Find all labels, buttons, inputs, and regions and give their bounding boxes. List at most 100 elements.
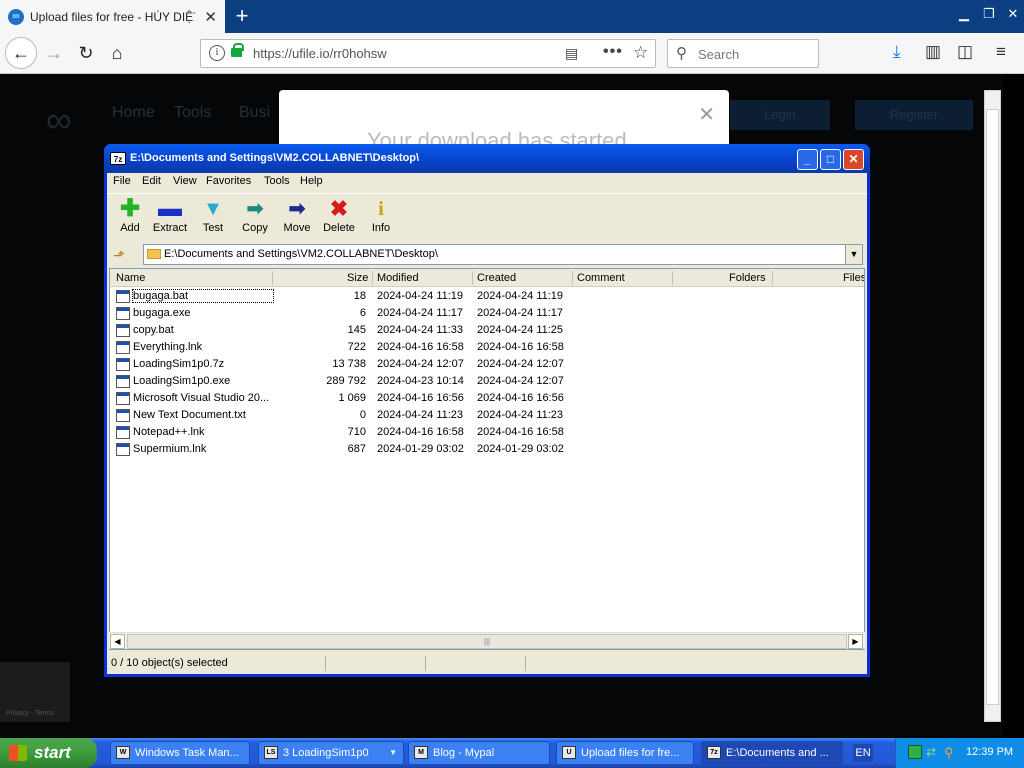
downloads-icon[interactable]: ⤓: [893, 42, 901, 62]
file-name[interactable]: Supermium.lnk: [133, 443, 273, 455]
reload-button[interactable]: ↻: [72, 39, 100, 67]
site-nav-tools[interactable]: Tools: [174, 104, 211, 122]
window-titlebar[interactable]: 7z E:\Documents and Settings\VM2.COLLABN…: [104, 144, 870, 173]
col-files[interactable]: Files: [843, 272, 864, 284]
menu-tools[interactable]: Tools: [264, 175, 290, 187]
task-task-manager[interactable]: W Windows Task Man...: [110, 741, 250, 765]
browser-toolbar: ← → ↻ ⌂ i https://ufile.io/rr0hohsw ▤ ••…: [0, 33, 1024, 74]
page-actions-icon[interactable]: •••: [603, 43, 623, 61]
col-folders[interactable]: Folders: [729, 272, 766, 284]
modal-close-icon[interactable]: ✕: [698, 102, 715, 127]
task-firefox[interactable]: U Upload files for fre...: [556, 741, 694, 765]
extract-button[interactable]: ▬ Extract: [150, 196, 190, 240]
ufile-logo-icon: ∞: [46, 99, 72, 140]
copy-button[interactable]: ➡ Copy: [235, 196, 275, 240]
menu-help[interactable]: Help: [300, 175, 323, 187]
file-name[interactable]: LoadingSim1p0.7z: [133, 358, 273, 370]
reader-view-icon[interactable]: ▤: [565, 45, 578, 62]
add-button[interactable]: ✚ Add: [110, 196, 150, 240]
scroll-left-icon[interactable]: ◀: [110, 634, 125, 649]
file-name[interactable]: New Text Document.txt: [133, 409, 273, 421]
file-row[interactable]: LoadingSim1p0.exe 289 792 2024-04-23 10:14…: [110, 373, 864, 390]
task-mypal[interactable]: M Blog - Mypal: [408, 741, 550, 765]
file-name[interactable]: bugaga.exe: [133, 307, 273, 319]
chevron-down-icon[interactable]: ▼: [845, 245, 862, 264]
horizontal-scrollbar[interactable]: ◀ ||| ▶: [109, 632, 865, 649]
file-list[interactable]: Name Size Modified Created Comment Folde…: [109, 268, 865, 650]
page-scrollbar[interactable]: [984, 90, 1001, 722]
back-button[interactable]: ←: [5, 37, 37, 69]
col-created[interactable]: Created: [477, 272, 516, 284]
url-text[interactable]: https://ufile.io/rr0hohsw: [253, 46, 387, 61]
7zip-app-icon: 7z: [110, 152, 126, 165]
sidebar-icon[interactable]: ◫: [957, 42, 973, 62]
file-row[interactable]: copy.bat 145 2024-04-24 11:33 2024-04-24 11…: [110, 322, 864, 339]
up-folder-icon[interactable]: ⬏: [113, 247, 125, 264]
site-nav-business[interactable]: Busi: [239, 104, 270, 122]
file-row[interactable]: Notepad++.lnk 710 2024-04-16 16:58 2024-04-…: [110, 424, 864, 441]
menu-view[interactable]: View: [173, 175, 197, 187]
menu-edit[interactable]: Edit: [142, 175, 161, 187]
minimize-button[interactable]: _: [797, 149, 818, 170]
tab-close-icon[interactable]: ✕: [204, 8, 217, 26]
file-row[interactable]: New Text Document.txt 0 2024-04-24 11:23 20…: [110, 407, 864, 424]
browser-close-button[interactable]: ✕: [1003, 5, 1023, 23]
forward-button[interactable]: →: [40, 39, 68, 67]
register-button[interactable]: Register: [855, 100, 973, 130]
new-tab-button[interactable]: +: [230, 3, 254, 29]
file-row[interactable]: LoadingSim1p0.7z 13 738 2024-04-24 12:07 20…: [110, 356, 864, 373]
file-name[interactable]: bugaga.bat: [132, 289, 274, 303]
scrollbar-thumb[interactable]: |||: [127, 634, 847, 649]
search-input[interactable]: ⚲ Search: [667, 39, 819, 68]
network-icon[interactable]: ⇄: [926, 745, 940, 759]
archive-file-icon: [116, 358, 130, 371]
file-size: 687: [347, 443, 366, 455]
col-modified[interactable]: Modified: [377, 272, 419, 284]
home-button[interactable]: ⌂: [103, 39, 131, 67]
file-name[interactable]: Everything.lnk: [133, 341, 273, 353]
login-button[interactable]: Login: [730, 100, 830, 130]
col-size[interactable]: Size: [347, 272, 368, 284]
language-indicator[interactable]: EN: [853, 744, 873, 762]
file-row[interactable]: Microsoft Visual Studio 20... 1 069 2024-0…: [110, 390, 864, 407]
file-name[interactable]: Notepad++.lnk: [133, 426, 273, 438]
file-row[interactable]: Supermium.lnk 687 2024-01-29 03:02 2024-01-…: [110, 441, 864, 458]
close-button[interactable]: ✕: [843, 149, 864, 170]
file-row[interactable]: bugaga.bat 18 2024-04-24 11:19 2024-04-24 1…: [110, 288, 864, 305]
browser-restore-button[interactable]: ❐: [979, 5, 999, 23]
maximize-button[interactable]: □: [820, 149, 841, 170]
site-nav-home[interactable]: Home: [112, 104, 155, 122]
search-tray-icon[interactable]: ⚲: [944, 745, 958, 760]
bookmark-star-icon[interactable]: ☆: [633, 43, 648, 63]
library-icon[interactable]: ▥: [925, 42, 941, 62]
task-loadingsim[interactable]: LS 3 LoadingSim1p0 ▼: [258, 741, 404, 765]
exe-file-icon: [116, 307, 130, 320]
col-comment[interactable]: Comment: [577, 272, 625, 284]
path-text[interactable]: E:\Documents and Settings\VM2.COLLABNET\…: [164, 248, 438, 260]
file-row[interactable]: bugaga.exe 6 2024-04-24 11:17 2024-04-24 11…: [110, 305, 864, 322]
move-button[interactable]: ➡ Move: [277, 196, 317, 240]
browser-tab[interactable]: ∞ Upload files for free - HÚY DIỆT M ✕: [0, 0, 225, 33]
col-name[interactable]: Name: [116, 272, 145, 284]
delete-x-icon: ✖: [329, 196, 349, 221]
path-combobox[interactable]: E:\Documents and Settings\VM2.COLLABNET\…: [143, 244, 863, 265]
delete-button[interactable]: ✖ Delete: [319, 196, 359, 240]
file-name[interactable]: copy.bat: [133, 324, 273, 336]
file-name[interactable]: LoadingSim1p0.exe: [133, 375, 273, 387]
task-7zip[interactable]: 7z E:\Documents and ...: [701, 741, 843, 765]
info-button[interactable]: i Info: [361, 196, 401, 240]
scrollbar-thumb[interactable]: [986, 109, 999, 705]
scroll-right-icon[interactable]: ▶: [848, 634, 863, 649]
menu-icon[interactable]: ≡: [996, 42, 1006, 62]
menu-favorites[interactable]: Favorites: [206, 175, 251, 187]
move-arrow-icon: ➡: [288, 198, 306, 220]
file-row[interactable]: Everything.lnk 722 2024-04-16 16:58 2024-04…: [110, 339, 864, 356]
site-info-icon[interactable]: i: [209, 45, 225, 61]
start-button[interactable]: start: [0, 738, 97, 768]
file-name[interactable]: Microsoft Visual Studio 20...: [133, 392, 273, 404]
tray-app-icon[interactable]: [908, 745, 922, 759]
url-bar[interactable]: i https://ufile.io/rr0hohsw ▤ ••• ☆: [200, 39, 656, 68]
menu-file[interactable]: File: [113, 175, 131, 187]
browser-minimize-button[interactable]: ▁: [954, 5, 974, 23]
test-button[interactable]: ▼ Test: [193, 196, 233, 240]
